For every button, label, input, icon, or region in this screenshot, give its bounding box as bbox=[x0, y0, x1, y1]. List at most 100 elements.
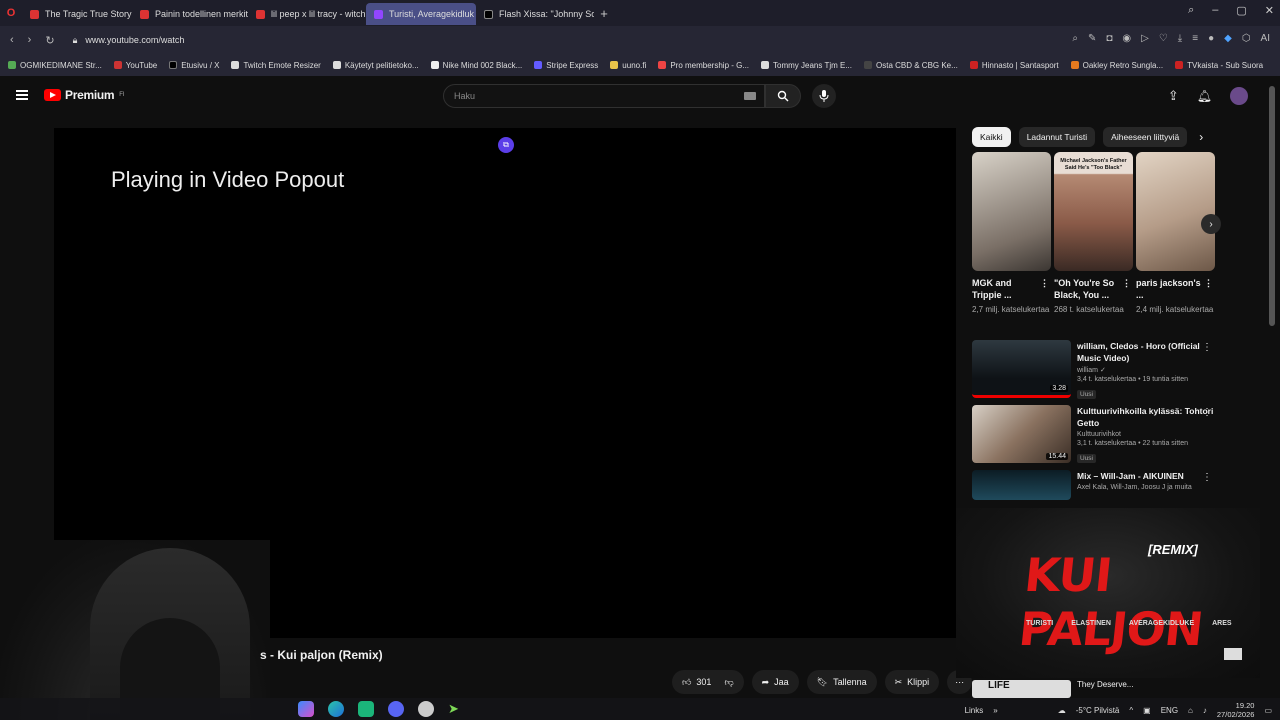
search-button[interactable] bbox=[765, 84, 801, 108]
play-arrow-icon[interactable]: ➤ bbox=[448, 701, 464, 717]
more-vert-icon[interactable]: ⋮ bbox=[1040, 277, 1049, 289]
minimize-icon[interactable]: – bbox=[1212, 4, 1218, 17]
links-toolbar[interactable]: Links bbox=[965, 706, 984, 715]
hamburger-menu-icon[interactable] bbox=[16, 90, 28, 100]
more-vert-icon[interactable]: ⋮ bbox=[1122, 277, 1131, 289]
close-icon[interactable]: ✕ bbox=[1265, 4, 1274, 17]
list-item[interactable]: Mix – Will-Jam - AIKUINEN Axel Kala, Wil… bbox=[972, 470, 1218, 500]
bookmark[interactable]: Pro membership - G... bbox=[658, 61, 749, 70]
more-vert-icon[interactable]: ⋮ bbox=[1202, 472, 1212, 483]
clip-button[interactable]: ✂ Klippi bbox=[884, 670, 940, 694]
upload-icon[interactable]: ⇪ bbox=[1168, 88, 1179, 104]
browser-tab[interactable]: lil peep x lil tracy - witchb bbox=[248, 3, 366, 25]
chevron-right-icon[interactable]: › bbox=[1199, 130, 1203, 144]
bookmark[interactable]: OGMIKEDIMANE Str... bbox=[8, 61, 102, 70]
bookmark[interactable]: Hinnasto | Santasport bbox=[969, 61, 1059, 70]
avatar[interactable] bbox=[1230, 87, 1248, 105]
bookmark[interactable]: Nike Mind 002 Black... bbox=[430, 61, 522, 70]
browser-tab-active[interactable]: Turisti, Averagekidluk bbox=[366, 3, 476, 25]
bookmark[interactable]: Käytetyt pelitietoko... bbox=[332, 61, 419, 70]
page-scrollbar[interactable] bbox=[1269, 76, 1275, 698]
chip-uploaded-by[interactable]: Ladannut Turisti bbox=[1018, 127, 1096, 147]
bookmark[interactable]: TVkaista - Sub Suora bbox=[1175, 61, 1263, 70]
reload-icon[interactable]: ↻ bbox=[45, 34, 54, 47]
back-icon[interactable]: ‹ bbox=[10, 34, 14, 47]
thumbs-down-icon[interactable]: 👎︎ bbox=[724, 677, 733, 688]
edge-icon[interactable] bbox=[328, 701, 344, 717]
edit-icon[interactable]: ✎ bbox=[1088, 33, 1096, 44]
youtube-premium-logo[interactable]: Premium FI bbox=[44, 88, 125, 102]
app-icon[interactable] bbox=[358, 701, 374, 717]
save-button[interactable]: 🔖︎ Tallenna bbox=[806, 670, 877, 694]
discord-icon[interactable] bbox=[388, 701, 404, 717]
weather-text[interactable]: -5°C Pilvistä bbox=[1076, 706, 1120, 715]
list-item[interactable]: 15.44 Kulttuurivihkoilla kylässä: Tohtor… bbox=[972, 405, 1218, 470]
heart-icon[interactable]: ♡ bbox=[1159, 33, 1168, 44]
miniplayer-album-art[interactable]: KUI PALJON [REMIX] TURISTI ELASTINEN AVE… bbox=[956, 508, 1260, 678]
chevron-icon[interactable]: » bbox=[993, 706, 997, 715]
browser-tab[interactable]: Flash Xissa: "Johnny Soma bbox=[476, 3, 594, 25]
ai-button[interactable]: AI bbox=[1261, 33, 1270, 44]
chip-all[interactable]: Kaikki bbox=[972, 127, 1011, 147]
browser-tab[interactable]: Painin todellinen merkity bbox=[132, 3, 248, 25]
system-tray: Links » ☁ -5°C Pilvistä ^ ▣ ENG ⌂ ♪ 19.2… bbox=[965, 701, 1272, 719]
cube-icon[interactable]: ⬡ bbox=[1242, 33, 1251, 44]
album-remix-label: [REMIX] bbox=[1148, 542, 1198, 557]
language-indicator[interactable]: ENG bbox=[1161, 706, 1178, 715]
browser-tab[interactable]: The Tragic True Story of Ju bbox=[22, 3, 132, 25]
clock[interactable]: 19.20 27/02/2026 bbox=[1217, 701, 1255, 719]
shorts-next-button[interactable]: › bbox=[1201, 214, 1221, 234]
browser-toolbar: ⌕ ✎ ◘ ◉ ▷ ♡ ⤓ ≡ ● ◆ ⬡ AI bbox=[1072, 33, 1270, 44]
short-item[interactable]: Michael Jackson's Father Said He's "Too … bbox=[1054, 152, 1133, 315]
search-input[interactable] bbox=[454, 91, 714, 101]
download-icon[interactable]: ⤓ bbox=[1178, 33, 1182, 44]
chip-related[interactable]: Aiheeseen liittyviä bbox=[1103, 127, 1188, 147]
bookmark[interactable]: Oakley Retro Sungla... bbox=[1070, 61, 1163, 70]
filter-chips: Kaikki Ladannut Turisti Aiheeseen liitty… bbox=[972, 127, 1203, 147]
new-badge: Uusi bbox=[1077, 454, 1097, 463]
bookmark[interactable]: Twitch Emote Resizer bbox=[231, 61, 321, 70]
bookmark[interactable]: Osta CBD & CBG Ke... bbox=[864, 61, 958, 70]
forward-icon[interactable]: › bbox=[28, 34, 32, 47]
list-item[interactable]: 3.28 william, Cledos - Horo (Official Mu… bbox=[972, 340, 1218, 405]
camera-icon[interactable]: ◘ bbox=[1106, 33, 1112, 44]
video-thumbnail: LIFE bbox=[972, 680, 1071, 698]
voice-search-button[interactable] bbox=[812, 84, 836, 108]
copilot-icon[interactable] bbox=[298, 701, 314, 717]
chevron-up-icon[interactable]: ^ bbox=[1129, 706, 1133, 715]
notification-icon[interactable]: ▭ bbox=[1264, 706, 1272, 715]
more-vert-icon[interactable]: ⋮ bbox=[1202, 342, 1212, 353]
bookmark[interactable]: Stripe Express bbox=[534, 61, 598, 70]
tray-app-icon[interactable]: ▣ bbox=[1143, 706, 1151, 715]
list-item[interactable]: LIFE They Deserve... bbox=[972, 680, 1133, 698]
share-button[interactable]: ➦ Jaa bbox=[751, 670, 799, 694]
more-vert-icon[interactable]: ⋮ bbox=[1204, 277, 1213, 289]
scrollbar-thumb[interactable] bbox=[1269, 86, 1275, 326]
zoom-icon[interactable]: ⌕ bbox=[1072, 33, 1078, 44]
notifications-bell-icon[interactable]: 🔔︎ bbox=[1197, 89, 1212, 103]
app-icon[interactable] bbox=[418, 701, 434, 717]
network-icon[interactable]: ⌂ bbox=[1188, 706, 1193, 715]
keyboard-icon[interactable] bbox=[744, 92, 756, 100]
short-item[interactable]: paris jackson's ... ⋮ 2,4 milj. katseluke… bbox=[1136, 152, 1215, 315]
vpn-icon[interactable]: ◉ bbox=[1122, 33, 1131, 44]
bookmark[interactable]: YouTube bbox=[113, 61, 157, 70]
like-button[interactable]: 👍︎ 301 👎︎ bbox=[672, 670, 744, 694]
bookmark[interactable]: Etusivu / X bbox=[169, 61, 219, 70]
profile-icon[interactable]: ● bbox=[1208, 33, 1214, 44]
search-tabs-icon[interactable]: ⌕ bbox=[1188, 4, 1194, 17]
extension-icon[interactable]: ◆ bbox=[1224, 33, 1232, 44]
bookmark[interactable]: Tommy Jeans Tjm E... bbox=[761, 61, 852, 70]
bookmark[interactable]: uuno.fi bbox=[610, 61, 646, 70]
new-tab-button[interactable]: + bbox=[594, 6, 614, 21]
short-item[interactable]: MGK and Trippie ... ⋮ 2,7 milj. katseluke… bbox=[972, 152, 1051, 315]
maximize-icon[interactable]: ▢ bbox=[1236, 4, 1246, 17]
more-vert-icon[interactable]: ⋮ bbox=[1202, 407, 1212, 418]
url-field[interactable]: 🔒︎ www.youtube.com/watch bbox=[73, 35, 185, 46]
video-popout-icon[interactable]: ⧉ bbox=[498, 137, 514, 153]
volume-icon[interactable]: ♪ bbox=[1203, 706, 1207, 715]
more-horizontal-icon: ⋯ bbox=[955, 676, 965, 687]
play-icon[interactable]: ▷ bbox=[1141, 33, 1149, 44]
menu-icon[interactable]: ≡ bbox=[1192, 33, 1198, 44]
opera-icon[interactable]: O bbox=[0, 7, 22, 19]
